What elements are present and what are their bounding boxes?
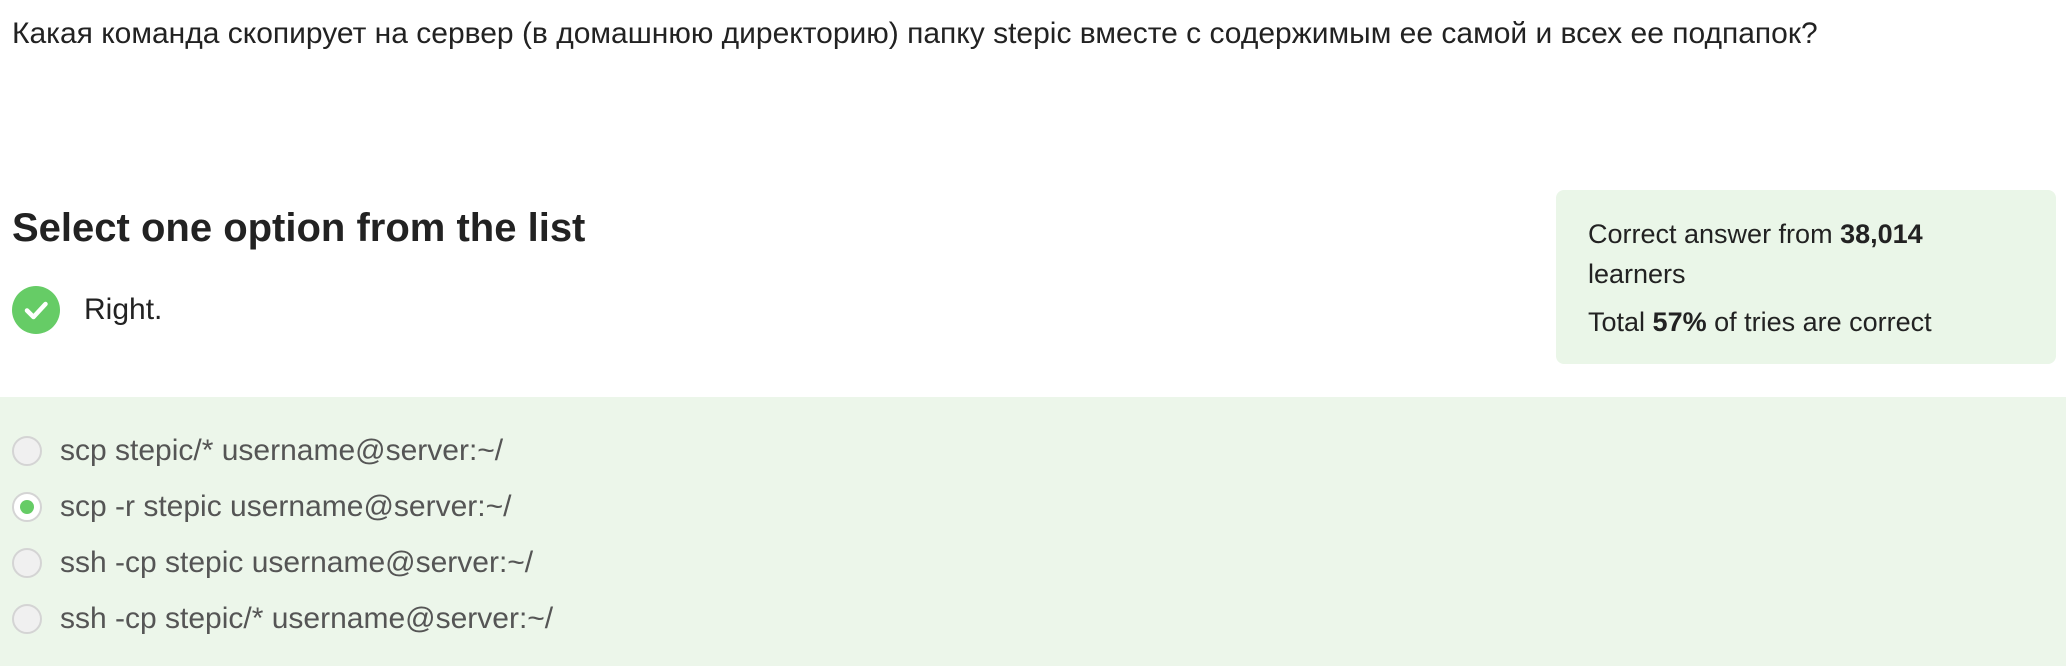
learners-suffix: learners [1588,259,1686,289]
learners-count: 38,014 [1840,219,1923,249]
rate-suffix: of tries are correct [1706,307,1932,337]
radio-button[interactable] [12,604,42,634]
check-icon [12,286,60,334]
feedback-status: Right. [12,285,162,335]
radio-button[interactable] [12,436,42,466]
option-label[interactable]: ssh -cp stepic username@server:~/ [60,546,533,580]
success-rate-stat: Total 57% of tries are correct [1588,302,2036,342]
learners-prefix: Correct answer from [1588,219,1841,249]
stats-panel: Correct answer from 38,014 learners Total… [1556,190,2056,364]
option-label[interactable]: scp -r stepic username@server:~/ [60,490,511,524]
quiz-title: Select one option from the list [12,206,586,250]
radio-button[interactable] [12,548,42,578]
option-label[interactable]: scp stepic/* username@server:~/ [60,434,503,468]
option-item[interactable]: ssh -cp stepic/* username@server:~/ [12,599,553,639]
option-item[interactable]: scp stepic/* username@server:~/ [12,431,503,471]
feedback-label: Right. [84,293,163,326]
success-percent: 57% [1652,307,1707,337]
learners-stat: Correct answer from 38,014 learners [1588,214,2036,294]
question-text: Какая команда скопирует на сервер (в дом… [12,17,1818,50]
radio-button-selected[interactable] [12,492,42,522]
option-item[interactable]: scp -r stepic username@server:~/ [12,487,511,527]
rate-prefix: Total [1588,307,1653,337]
option-item[interactable]: ssh -cp stepic username@server:~/ [12,543,533,583]
options-list: scp stepic/* username@server:~/ scp -r s… [0,397,2066,666]
option-label[interactable]: ssh -cp stepic/* username@server:~/ [60,602,553,636]
